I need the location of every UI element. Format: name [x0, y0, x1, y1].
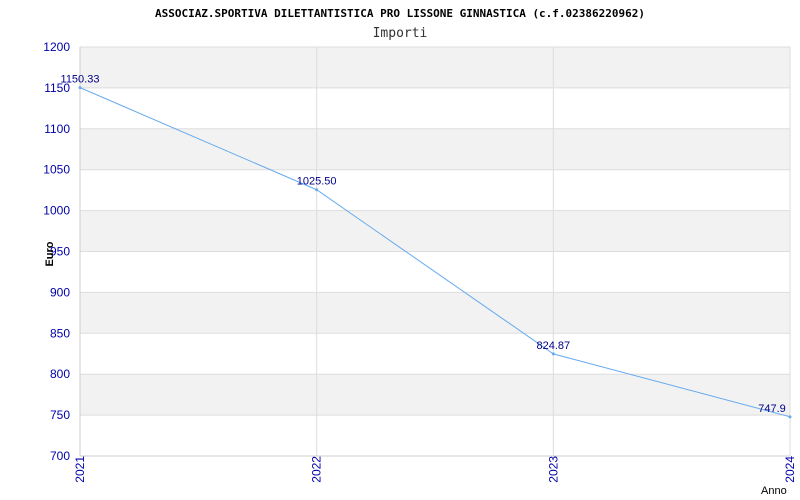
plot-band: [80, 210, 790, 252]
data-point: [551, 352, 555, 356]
plot-bands: [80, 47, 790, 416]
y-tick-label: 1100: [44, 122, 70, 136]
y-tick-label: 900: [50, 285, 70, 299]
plot-band: [80, 47, 790, 88]
data-label: 824.87: [537, 340, 571, 352]
x-ticks: 2021 2022 2023 2024: [73, 456, 797, 483]
x-tick-label: 2023: [546, 456, 560, 483]
y-tick-label: 750: [50, 408, 70, 422]
x-tick-label: 2024: [783, 456, 797, 483]
y-tick-label: 1050: [43, 163, 70, 177]
data-point: [315, 188, 319, 192]
plot-band: [80, 374, 790, 416]
data-label: 1025.50: [297, 176, 337, 188]
y-tick-label: 700: [50, 449, 70, 463]
chart-subtitle: Importi: [373, 26, 428, 41]
chart-title: ASSOCIAZ.SPORTIVA DILETTANTISTICA PRO LI…: [155, 7, 645, 20]
x-tick-label: 2021: [73, 456, 87, 483]
data-point: [788, 415, 792, 419]
y-tick-label: 1200: [43, 40, 70, 54]
y-tick-label: 850: [50, 326, 70, 340]
plot-band: [80, 292, 790, 334]
data-point: [78, 86, 82, 90]
data-label: 1150.33: [61, 74, 100, 86]
y-axis-label: Euro: [44, 241, 56, 266]
x-tick-label: 2022: [310, 456, 324, 483]
chart-svg: 70075080085090095010001050110011501200 2…: [43, 7, 797, 497]
plot-band: [80, 128, 790, 170]
data-label: 747.9: [758, 403, 786, 415]
x-axis-label: Anno: [761, 485, 787, 497]
y-tick-label: 1000: [43, 204, 70, 218]
y-tick-label: 800: [50, 367, 70, 381]
